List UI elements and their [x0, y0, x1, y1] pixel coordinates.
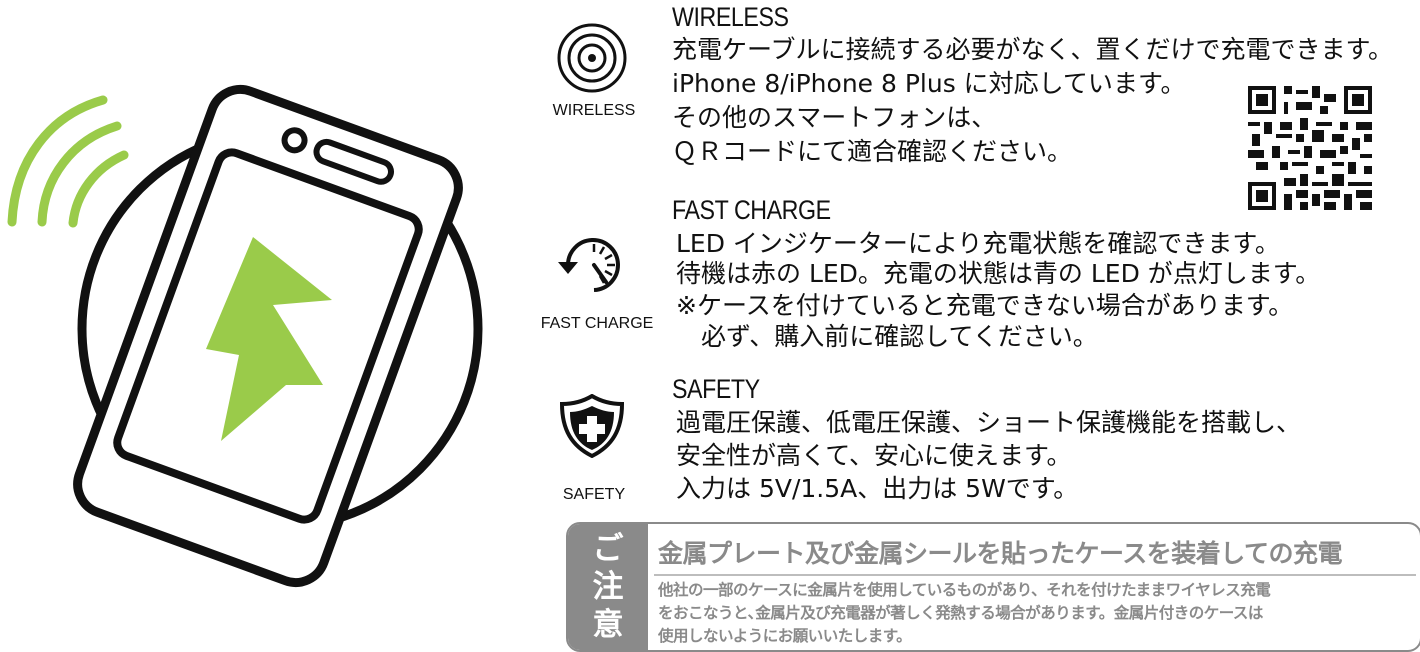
wireless-title: WIRELESS	[672, 2, 789, 32]
qr-code[interactable]	[1248, 86, 1372, 210]
safety-caption: SAFETY	[562, 486, 626, 503]
caution-tag-char: 意	[592, 607, 624, 643]
fast-charge-gauge-icon	[558, 238, 620, 292]
caution-tag: ご 注 意	[568, 524, 648, 650]
wireless-signal-icon	[7, 95, 129, 228]
fast-charge-line: LED インジケーターにより充電状態を確認できます。	[676, 229, 1280, 258]
caution-tag-char: 注	[592, 569, 624, 605]
caution-divider	[654, 574, 1416, 576]
fast-charge-caption: FAST CHARGE	[540, 315, 654, 332]
fast-charge-line: ※ケースを付けていると充電できない場合があります。	[676, 291, 1294, 320]
caution-line: をおこなうと､金属片及び充電器が著しく発熱する場合があります。金属片付きのケース…	[658, 604, 1263, 622]
wireless-line: ＱＲコードにて適合確認ください。	[672, 137, 1073, 166]
caution-title: 金属プレート及び金属シールを貼ったケースを装着しての充電	[658, 539, 1343, 568]
wireless-target-icon	[557, 23, 627, 93]
safety-title: SAFETY	[672, 374, 760, 404]
caution-notice: ご 注 意 金属プレート及び金属シールを貼ったケースを装着しての充電 他社の一部…	[566, 522, 1420, 652]
safety-line: 過電圧保護、低電圧保護、ショート保護機能を搭載し、	[676, 408, 1302, 437]
wireless-line: その他のスマートフォンは、	[672, 103, 997, 132]
caution-line: 使用しないようにお願いいたします。	[658, 627, 912, 645]
wireless-charging-illustration	[7, 84, 483, 588]
wireless-line: 充電ケーブルに接続する必要がなく、置くだけで充電できます。	[672, 35, 1394, 64]
wireless-caption: WIRELESS	[552, 102, 636, 119]
safety-line: 入力は 5V/1.5A、出力は 5Wです。	[676, 474, 1079, 503]
fast-charge-line: 待機は赤の LED。充電の状態は青の LED が点灯します。	[676, 259, 1321, 288]
caution-tag-char: ご	[592, 531, 624, 567]
wireless-line: iPhone 8/iPhone 8 Plus に対応しています。	[672, 69, 1186, 98]
safety-shield-cross-icon	[559, 394, 625, 458]
fast-charge-title: FAST CHARGE	[672, 195, 831, 225]
safety-line: 安全性が高くて、安心に使えます。	[676, 441, 1072, 470]
caution-line: 他社の一部のケースに金属片を使用しているものがあり、それを付けたままワイヤレス充…	[658, 581, 1271, 599]
fast-charge-line: 必ず、購入前に確認してください。	[676, 322, 1098, 351]
